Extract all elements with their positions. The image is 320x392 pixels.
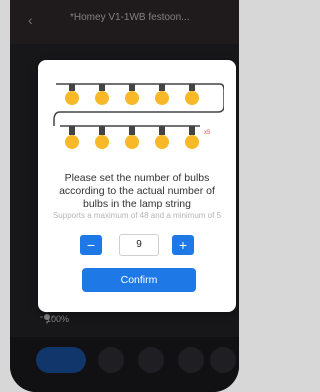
bulb-string-illustration: x5: [53, 83, 224, 149]
decrease-button[interactable]: −: [80, 235, 102, 255]
x-mark: x5: [204, 130, 211, 136]
dialog-hint: Supports a maximum of 48 and a minimum o…: [52, 211, 222, 220]
confirm-button[interactable]: Confirm: [82, 268, 196, 292]
bulb-quantity-input[interactable]: 9: [119, 234, 159, 256]
phone-screen: ‹ *Homey V1-1WB festoon... 100% x5 Pleas…: [10, 0, 239, 392]
increase-button[interactable]: +: [172, 235, 194, 255]
bulb-count-dialog: x5 Please set the number of bulbs accord…: [38, 60, 236, 312]
dialog-description: Please set the number of bulbs according…: [59, 172, 215, 210]
